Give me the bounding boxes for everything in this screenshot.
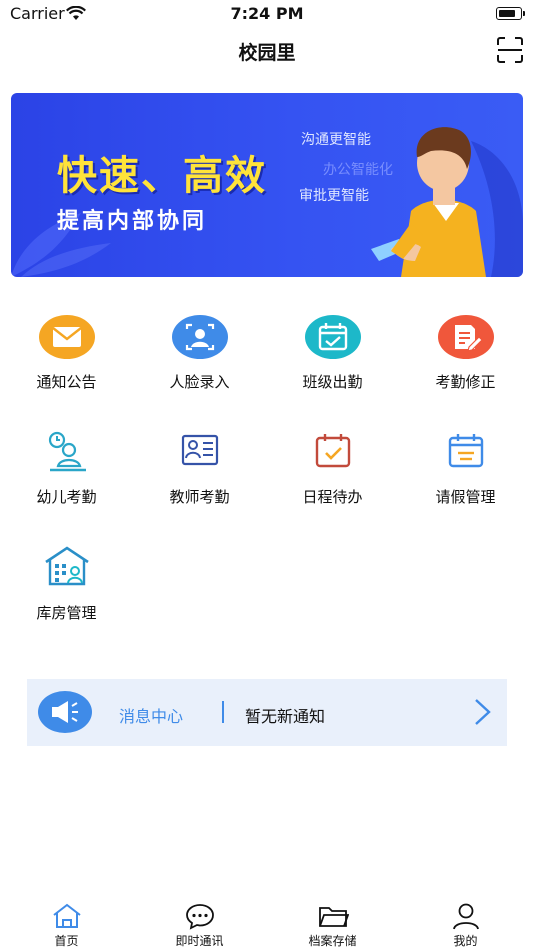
grid-label: 班级出勤 [302, 373, 363, 391]
grid-item-warehouse[interactable]: 库房管理 [0, 544, 133, 634]
grid-item-leave[interactable]: 请假管理 [399, 428, 532, 518]
tab-label: 我的 [453, 934, 478, 948]
nav-bar: 校园里 [0, 30, 534, 70]
calendar-check-icon [305, 315, 361, 359]
grid-label: 日程待办 [302, 488, 363, 506]
grid-item-face[interactable]: 人脸录入 [133, 313, 266, 403]
teacher-card-icon [181, 434, 219, 466]
grid-item-class-attendance[interactable]: 班级出勤 [266, 313, 399, 403]
tab-home[interactable]: 首页 [0, 896, 133, 950]
envelope-icon [39, 315, 95, 359]
grid-label: 人脸录入 [169, 373, 230, 391]
grid-item-schedule[interactable]: 日程待办 [266, 428, 399, 518]
notice-text: 暂无新通知 [245, 707, 326, 726]
child-clock-icon [48, 431, 86, 472]
tab-bar: 首页 即时通讯 档案存储 我的 [0, 896, 534, 950]
tab-label: 即时通讯 [175, 934, 224, 948]
grid-label: 请假管理 [435, 488, 496, 506]
tab-chat[interactable]: 即时通讯 [133, 896, 266, 950]
grid-item-notice[interactable]: 通知公告 [0, 313, 133, 403]
tab-label: 首页 [54, 934, 79, 948]
megaphone-icon [38, 691, 92, 733]
warehouse-icon [45, 546, 89, 586]
grid-label: 库房管理 [36, 604, 97, 622]
status-bar: Carrier 7:24 PM [0, 0, 534, 30]
leave-calendar-icon [448, 434, 484, 468]
grid-item-attendance-correction[interactable]: 考勤修正 [399, 313, 532, 403]
tab-mine[interactable]: 我的 [399, 896, 532, 950]
banner-subline: 提高内部协同 [57, 209, 208, 234]
status-time: 7:24 PM [230, 4, 304, 23]
face-id-icon [172, 315, 228, 359]
battery-icon [496, 7, 525, 20]
edit-document-icon [438, 315, 494, 359]
promo-banner[interactable]: 快速、高效 提高内部协同 沟通更智能 办公智能化 审批更智能 [11, 93, 523, 277]
grid-label: 通知公告 [36, 373, 97, 391]
calendar-todo-icon [315, 434, 351, 468]
grid-label: 教师考勤 [169, 488, 230, 506]
grid-label: 幼儿考勤 [36, 488, 97, 506]
scan-icon[interactable] [496, 36, 524, 64]
chat-icon [186, 904, 214, 930]
person-illustration-icon [371, 127, 523, 277]
page-title: 校园里 [238, 42, 296, 64]
grid-item-teacher-attendance[interactable]: 教师考勤 [133, 428, 266, 518]
banner-headline: 快速、高效 [57, 153, 267, 199]
home-icon [53, 903, 81, 928]
user-icon [453, 903, 479, 930]
grid-item-child-attendance[interactable]: 幼儿考勤 [0, 428, 133, 518]
tab-label: 档案存储 [308, 934, 357, 948]
notice-divider [222, 701, 224, 723]
chevron-right-icon[interactable] [471, 697, 495, 727]
tab-archive[interactable]: 档案存储 [266, 896, 399, 950]
battery-fill [498, 9, 515, 17]
folder-icon [319, 907, 349, 927]
grid-label: 考勤修正 [435, 373, 496, 391]
message-center-bar[interactable]: 消息中心 暂无新通知 [27, 679, 507, 746]
message-center-title: 消息中心 [119, 707, 184, 726]
